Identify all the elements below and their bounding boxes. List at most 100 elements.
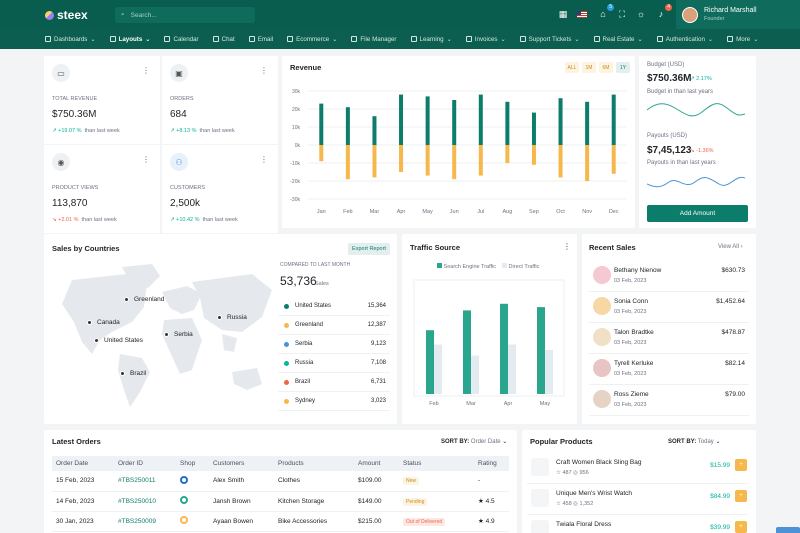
menu-item-file-manager[interactable]: File Manager	[351, 36, 397, 43]
traffic-bar[interactable]	[471, 355, 479, 395]
fullscreen-icon[interactable]: ⛶	[616, 8, 628, 20]
more-icon[interactable]: ⋮	[260, 66, 268, 75]
menu-item-invoices[interactable]: Invoices ⌄	[465, 36, 506, 43]
traffic-bar[interactable]	[463, 310, 471, 394]
traffic-bar[interactable]	[500, 303, 508, 394]
apps-grid-icon[interactable]: ▦	[557, 8, 569, 20]
recent-sale-item[interactable]: Sonia Conn 03 Feb, 2023 $1,452.64	[589, 292, 749, 323]
revenue-bar[interactable]	[425, 96, 430, 145]
menu-item-dashboards[interactable]: Dashboards ⌄	[45, 36, 96, 43]
recent-sale-item[interactable]: Tyrell Kerluke 03 Feb, 2023 $82.14	[589, 354, 749, 385]
add-amount-button[interactable]: Add Amount	[647, 205, 748, 222]
revenue-bar[interactable]	[611, 94, 616, 145]
revenue-bar[interactable]	[345, 145, 350, 180]
order-date: 30 Jan, 2023	[52, 511, 114, 532]
revenue-bar[interactable]	[531, 112, 536, 145]
column-header[interactable]: Order ID	[114, 456, 176, 471]
recent-sale-item[interactable]: Talon Bradtke 03 Feb, 2023 $478.87	[589, 323, 749, 354]
view-all-link[interactable]: View All ›	[718, 244, 743, 250]
column-header[interactable]: Amount	[354, 456, 399, 471]
table-row[interactable]: 30 Jan, 2023 #TBS250009 Ayaan Bowen Bike Ac…	[52, 511, 509, 532]
menu-item-real-estate[interactable]: Real Estate ⌄	[593, 36, 643, 43]
bell-icon[interactable]: ♪ 4	[655, 4, 672, 20]
user-name: Richard Marshall	[704, 7, 757, 14]
revenue-bar[interactable]	[425, 145, 430, 176]
revenue-bar[interactable]	[505, 101, 510, 145]
menu-item-ecommerce[interactable]: Ecommerce ⌄	[287, 36, 337, 43]
search-input[interactable]: ⌕ Search...	[115, 7, 255, 23]
revenue-bar[interactable]	[372, 145, 377, 178]
revenue-bar[interactable]	[505, 145, 510, 163]
more-icon[interactable]: ⋮	[142, 155, 150, 164]
revenue-bar[interactable]	[478, 145, 483, 176]
revenue-bar[interactable]	[558, 98, 563, 145]
revenue-bar[interactable]	[399, 94, 404, 145]
add-to-cart-icon[interactable]: +	[735, 490, 747, 502]
revenue-bar[interactable]	[345, 107, 350, 145]
revenue-bar[interactable]	[319, 103, 324, 145]
tab-1y[interactable]: 1Y	[616, 62, 630, 73]
y-tick-label: -20k	[290, 179, 300, 185]
product-item[interactable]: Twiala Floral Dress $39.99 +	[527, 515, 747, 533]
menu-item-chat[interactable]: Chat	[212, 36, 235, 43]
product-item[interactable]: Craft Women Black Sling Bag ☆ 487 ◎ 956 $1…	[527, 453, 747, 484]
revenue-bar[interactable]	[372, 116, 377, 145]
column-header[interactable]: Rating	[474, 456, 509, 471]
revenue-bar[interactable]	[585, 145, 590, 181]
revenue-bar[interactable]	[611, 145, 616, 174]
menu-item-email[interactable]: Email	[248, 36, 273, 43]
order-id-link[interactable]: #TBS250011	[114, 471, 176, 492]
column-header[interactable]: Status	[399, 456, 474, 471]
traffic-bar[interactable]	[545, 350, 553, 394]
menu-item-support-tickets[interactable]: Support Tickets ⌄	[519, 36, 580, 43]
order-id-link[interactable]: #TBS250009	[114, 511, 176, 532]
column-header[interactable]: Products	[274, 456, 354, 471]
menu-item-authentication[interactable]: Authentication ⌄	[656, 36, 713, 43]
status-badge: Pending	[403, 497, 428, 506]
column-header[interactable]: Shop	[176, 456, 209, 471]
revenue-bar[interactable]	[452, 145, 457, 180]
order-id-link[interactable]: #TBS250010	[114, 491, 176, 512]
traffic-bar[interactable]	[434, 344, 442, 395]
export-report-button[interactable]: Export Report	[348, 243, 390, 255]
user-menu[interactable]: Richard Marshall Founder	[676, 0, 800, 29]
revenue-bar[interactable]	[478, 94, 483, 145]
traffic-bar[interactable]	[426, 330, 434, 394]
scroll-to-top-button[interactable]	[776, 527, 800, 533]
flag-icon[interactable]	[576, 8, 588, 20]
traffic-bar[interactable]	[537, 307, 545, 394]
tab-all[interactable]: ALL	[565, 62, 579, 73]
revenue-bar[interactable]	[399, 145, 404, 172]
menu-item-calendar[interactable]: Calendar	[164, 36, 199, 43]
table-row[interactable]: 14 Feb, 2023 #TBS250010 Jansh Brown Kitchen…	[52, 491, 509, 512]
more-icon[interactable]: ⋮	[563, 242, 571, 251]
tab-6m[interactable]: 6M	[599, 62, 613, 73]
revenue-bar[interactable]	[558, 145, 563, 178]
add-to-cart-icon[interactable]: +	[735, 521, 747, 533]
tab-1m[interactable]: 1M	[582, 62, 596, 73]
product-item[interactable]: Unique Men's Wrist Watch ☆ 458 ◎ 1,352 $84…	[527, 484, 747, 515]
app-logo[interactable]: steex	[45, 8, 88, 22]
budget-change: ↗ 2.17%	[690, 76, 712, 82]
table-row[interactable]: 15 Feb, 2023 #TBS250011 Alex Smith Clothes $…	[52, 471, 509, 492]
orders-sort[interactable]: SORT BY: Order Date ⌄	[441, 438, 507, 445]
column-header[interactable]: Customers	[209, 456, 274, 471]
recent-sale-item[interactable]: Ross Zieme 03 Feb, 2023 $79.00	[589, 385, 749, 416]
more-icon[interactable]: ⋮	[142, 66, 150, 75]
column-header[interactable]: Order Date	[52, 456, 114, 471]
menu-icon	[519, 36, 526, 42]
revenue-bar[interactable]	[319, 145, 324, 162]
theme-toggle-icon[interactable]: ☼	[635, 8, 647, 20]
recent-sale-item[interactable]: Bethany Nienow 03 Feb, 2023 $630.73	[589, 261, 749, 292]
menu-item-learning[interactable]: Learning ⌄	[410, 36, 452, 43]
revenue-bar[interactable]	[585, 101, 590, 145]
traffic-bar[interactable]	[508, 344, 516, 395]
add-to-cart-icon[interactable]: +	[735, 459, 747, 471]
menu-item-more[interactable]: More ⌄	[727, 36, 758, 43]
more-icon[interactable]: ⋮	[260, 155, 268, 164]
revenue-bar[interactable]	[452, 100, 457, 145]
revenue-bar[interactable]	[531, 145, 536, 165]
popular-sort[interactable]: SORT BY: Today ⌄	[668, 438, 721, 445]
cart-icon[interactable]: ⌂ 5	[597, 4, 614, 20]
menu-item-layouts[interactable]: Layouts ⌄	[109, 36, 150, 43]
